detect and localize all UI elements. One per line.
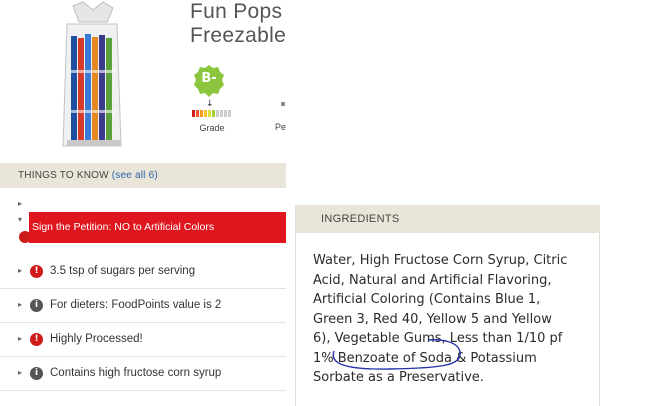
grade-scale-segment <box>196 110 199 117</box>
grade-scale-segment <box>224 110 227 117</box>
things-to-know-header: THINGS TO KNOW (see all 6) <box>0 163 286 188</box>
product-title: Fun Pops Freezable <box>190 0 300 48</box>
grade-scale-segment <box>228 110 231 117</box>
grade-scale-segment <box>200 110 203 117</box>
ingredients-line: Acid, Natural and Artificial Flavoring, <box>313 272 552 288</box>
caret-right-icon[interactable]: ▸ <box>18 266 22 275</box>
caret-right-icon[interactable]: ▸ <box>18 199 22 208</box>
ingredients-line: 6), Vegetable Gums, Less than 1/10 pf <box>313 331 563 346</box>
arrow-down-icon: ↓ <box>206 99 214 109</box>
product-title-line-2: Freezable <box>190 24 287 47</box>
warning-icon: ! <box>30 333 43 346</box>
partial-icon <box>281 102 285 106</box>
grade-scale-segment <box>212 110 215 117</box>
product-image <box>62 1 122 147</box>
warning-icon: ! <box>30 265 43 278</box>
caret-right-icon[interactable]: ▸ <box>18 300 22 309</box>
grade-scale-segment <box>216 110 219 117</box>
ingredients-line: Artificial Coloring (Contains Blue 1, <box>313 292 541 307</box>
grade-widget[interactable]: B- ↓ Grade <box>190 65 234 137</box>
ingredients-panel: INGREDIENTS Water, High Fructose Corn Sy… <box>295 205 600 406</box>
list-item[interactable]: ▸ ! 3.5 tsp of sugars per serving <box>0 256 286 289</box>
list-item[interactable]: ▸ i Contains high fructose corn syrup <box>0 358 286 391</box>
list-item-text: Contains high fructose corn syrup <box>50 367 222 379</box>
caret-right-icon[interactable]: ▸ <box>18 368 22 377</box>
grade-label: Grade <box>199 123 225 133</box>
see-all-link[interactable]: (see all 6) <box>112 170 158 181</box>
info-icon: i <box>30 367 43 380</box>
caret-right-icon[interactable]: ▸ <box>18 334 22 343</box>
caret-down-icon[interactable]: ▾ <box>18 215 22 224</box>
list-item-text: For dieters: FoodPoints value is 2 <box>50 299 222 311</box>
ingredients-line: Green 3, Red 40, Yellow 5 and Yellow <box>313 311 552 327</box>
product-title-line-1: Fun Pops <box>190 0 283 23</box>
ingredients-line: 1% Benzoate of Soda & Potassium <box>313 350 537 366</box>
partial-label: Pe <box>275 122 287 132</box>
list-item[interactable]: ▸ ! Highly Processed! <box>0 324 286 357</box>
grade-scale-segment <box>208 110 211 117</box>
grade-scale-segment <box>204 110 207 117</box>
ingredients-line: Sorbate as a Preservative. <box>313 370 484 385</box>
grade-scale <box>192 110 231 117</box>
grade-letter: B- <box>201 71 217 86</box>
list-item-text: Highly Processed! <box>50 333 143 345</box>
list-item[interactable]: ▸ i For dieters: FoodPoints value is 2 <box>0 290 286 323</box>
petition-banner[interactable]: Sign the Petition: NO to Artificial Colo… <box>29 212 286 243</box>
grade-scale-segment <box>220 110 223 117</box>
things-to-know-title: THINGS TO KNOW <box>18 170 109 181</box>
ingredients-header: INGREDIENTS <box>296 205 600 233</box>
grade-scale-segment <box>192 110 195 117</box>
list-item-text: 3.5 tsp of sugars per serving <box>50 265 196 277</box>
ingredients-text: Water, High Fructose Corn Syrup, Citric … <box>313 251 596 388</box>
ingredients-line: Water, High Fructose Corn Syrup, Citric <box>313 253 568 268</box>
info-icon: i <box>30 299 43 312</box>
